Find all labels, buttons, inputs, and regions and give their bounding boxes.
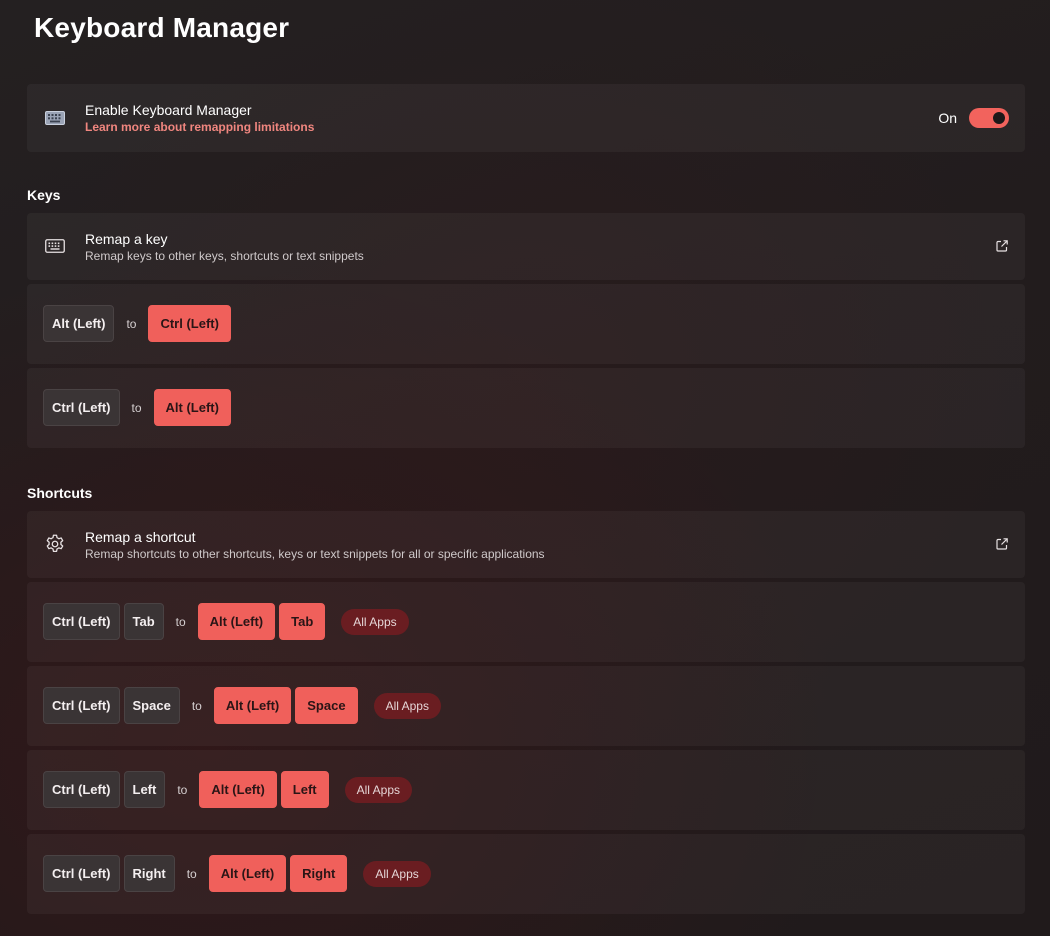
app-scope-badge: All Apps bbox=[363, 860, 431, 887]
shortcut-mapping-row: Ctrl (Left) Left to Alt (Left) Left All … bbox=[27, 750, 1025, 830]
target-key: Right bbox=[290, 855, 348, 892]
shortcut-mapping-row: Ctrl (Left) Tab to Alt (Left) Tab All Ap… bbox=[27, 582, 1025, 662]
remap-shortcut-description: Remap shortcuts to other shortcuts, keys… bbox=[85, 547, 545, 561]
key-mapping: Ctrl (Left) to Alt (Left) bbox=[43, 389, 231, 426]
source-key: Alt (Left) bbox=[43, 305, 115, 342]
remap-shortcut-text-group: Remap a shortcut Remap shortcuts to othe… bbox=[85, 528, 545, 562]
shortcut-mapping: Ctrl (Left) Space to Alt (Left) Space Al… bbox=[43, 687, 441, 724]
toggle-state-label: On bbox=[938, 110, 957, 126]
source-key: Space bbox=[123, 687, 180, 724]
remap-key-text-group: Remap a key Remap keys to other keys, sh… bbox=[85, 230, 364, 264]
target-key: Alt (Left) bbox=[153, 389, 231, 426]
source-key: Ctrl (Left) bbox=[43, 855, 120, 892]
toggle-knob bbox=[993, 112, 1005, 124]
key-mapping: Alt (Left) to Ctrl (Left) bbox=[43, 305, 231, 342]
shortcut-mapping-row: Ctrl (Left) Space to Alt (Left) Space Al… bbox=[27, 666, 1025, 746]
remap-shortcut-card[interactable]: Remap a shortcut Remap shortcuts to othe… bbox=[27, 511, 1025, 578]
remap-shortcut-title: Remap a shortcut bbox=[85, 529, 196, 545]
target-key: Space bbox=[295, 687, 358, 724]
app-scope-badge: All Apps bbox=[344, 776, 412, 803]
key-mapping-row: Alt (Left) to Ctrl (Left) bbox=[27, 284, 1025, 364]
remap-key-description: Remap keys to other keys, shortcuts or t… bbox=[85, 249, 364, 263]
app-scope-badge: All Apps bbox=[373, 692, 441, 719]
to-label: to bbox=[175, 614, 186, 629]
target-key: Tab bbox=[279, 603, 326, 640]
remap-key-title: Remap a key bbox=[85, 231, 168, 247]
app-scope-badge: All Apps bbox=[341, 608, 409, 635]
remap-key-card[interactable]: Remap a key Remap keys to other keys, sh… bbox=[27, 213, 1025, 280]
source-key: Right bbox=[123, 855, 175, 892]
source-key: Ctrl (Left) bbox=[43, 389, 120, 426]
shortcut-mapping: Ctrl (Left) Left to Alt (Left) Left All … bbox=[43, 771, 412, 808]
target-key: Alt (Left) bbox=[208, 855, 287, 892]
enable-toggle[interactable] bbox=[969, 108, 1009, 128]
enable-title: Enable Keyboard Manager bbox=[85, 102, 252, 118]
to-label: to bbox=[191, 698, 202, 713]
gear-icon bbox=[44, 533, 66, 555]
shortcuts-section-heading: Shortcuts bbox=[27, 485, 93, 501]
source-key: Ctrl (Left) bbox=[43, 603, 120, 640]
target-key: Alt (Left) bbox=[199, 771, 277, 808]
target-key: Alt (Left) bbox=[197, 603, 276, 640]
target-key: Left bbox=[280, 771, 329, 808]
to-label: to bbox=[177, 782, 188, 797]
source-key: Tab bbox=[123, 603, 164, 640]
to-label: to bbox=[186, 866, 197, 881]
shortcut-mapping: Ctrl (Left) Tab to Alt (Left) Tab All Ap… bbox=[43, 603, 409, 640]
enable-text-group: Enable Keyboard Manager Learn more about… bbox=[85, 101, 314, 135]
to-label: to bbox=[126, 316, 137, 331]
shortcut-mapping: Ctrl (Left) Right to Alt (Left) Right Al… bbox=[43, 855, 431, 892]
open-external-icon[interactable] bbox=[995, 537, 1009, 551]
enable-keyboard-manager-card: Enable Keyboard Manager Learn more about… bbox=[27, 84, 1025, 152]
to-label: to bbox=[131, 400, 142, 415]
target-key: Ctrl (Left) bbox=[148, 305, 231, 342]
keyboard-icon bbox=[44, 235, 66, 257]
open-external-icon[interactable] bbox=[995, 239, 1009, 253]
page-title: Keyboard Manager bbox=[34, 12, 290, 43]
learn-more-link[interactable]: Learn more about remapping limitations bbox=[85, 119, 314, 135]
shortcut-mapping-row: Ctrl (Left) Right to Alt (Left) Right Al… bbox=[27, 834, 1025, 914]
keys-section-heading: Keys bbox=[27, 187, 61, 203]
source-key: Ctrl (Left) bbox=[43, 771, 120, 808]
source-key: Ctrl (Left) bbox=[43, 687, 120, 724]
source-key: Left bbox=[123, 771, 166, 808]
keyboard-icon bbox=[44, 107, 66, 129]
target-key: Alt (Left) bbox=[213, 687, 292, 724]
key-mapping-row: Ctrl (Left) to Alt (Left) bbox=[27, 368, 1025, 448]
